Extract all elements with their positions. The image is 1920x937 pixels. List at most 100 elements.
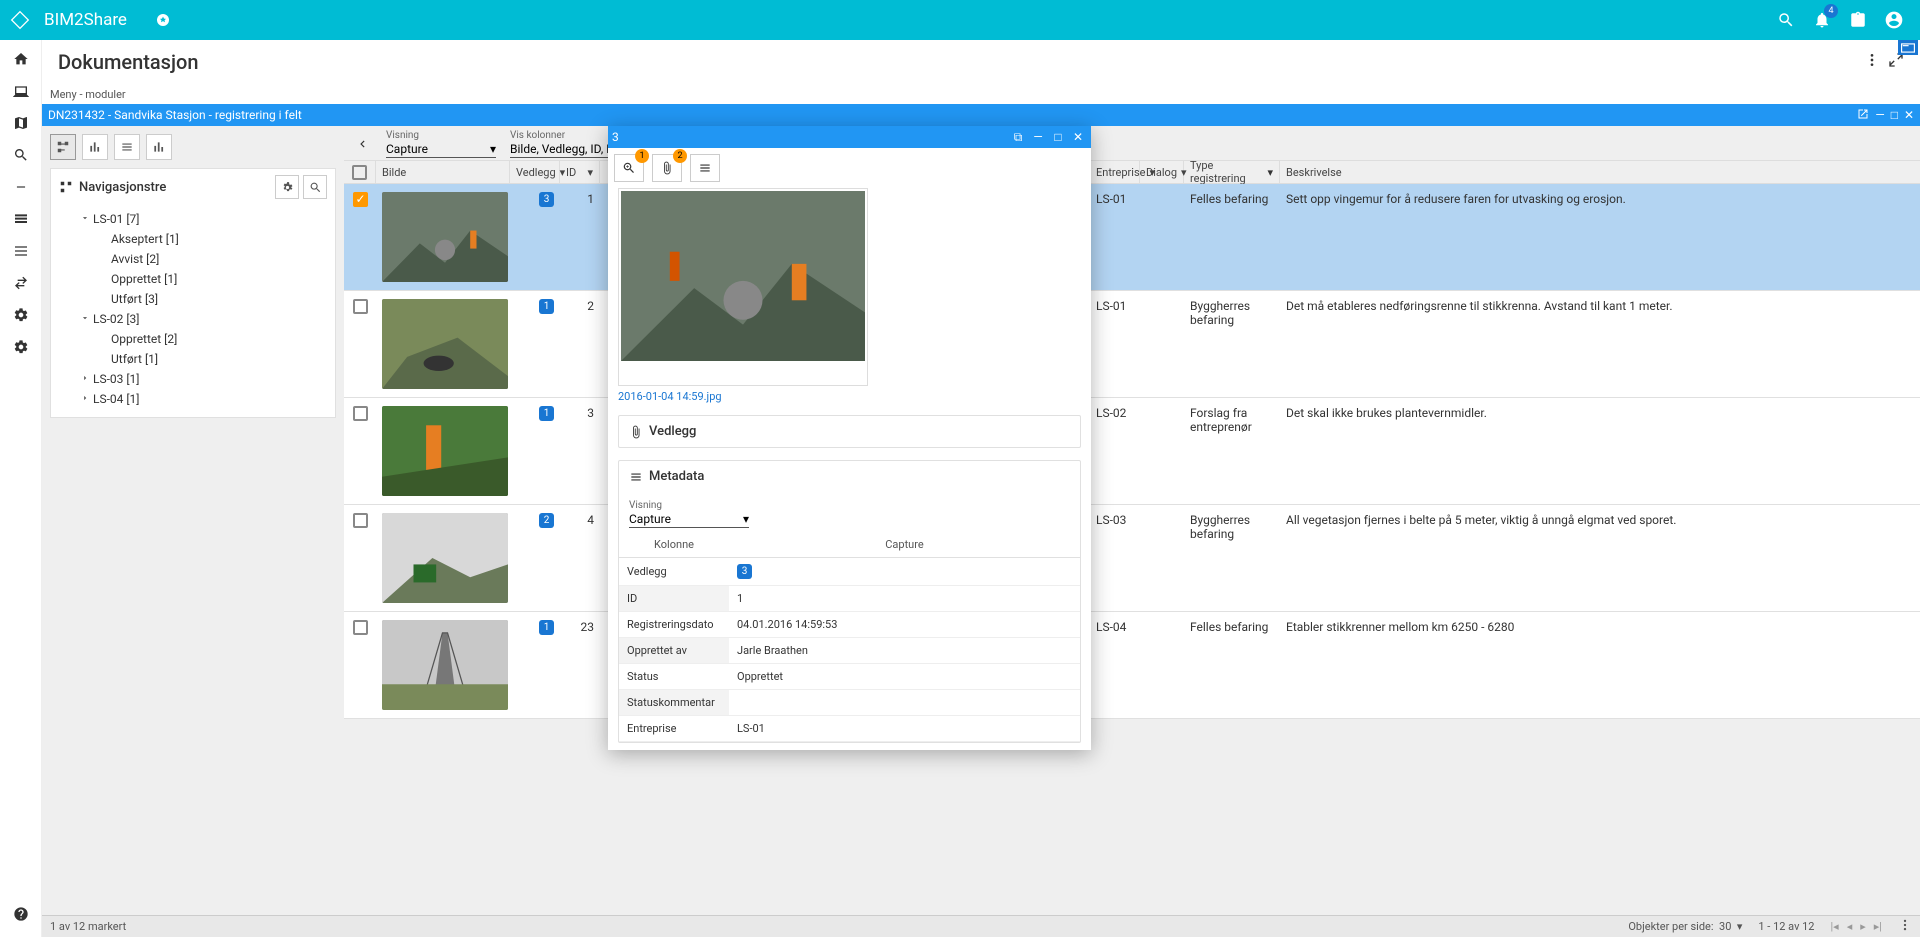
tree-node[interactable]: Opprettet [2] (55, 329, 331, 349)
tree-node[interactable]: Utført [3] (55, 289, 331, 309)
tree-node[interactable]: Utført [1] (55, 349, 331, 369)
cell-id: 1 (560, 184, 600, 214)
meta-visning-select[interactable]: Capture▾ (629, 511, 749, 528)
menu-modules[interactable]: Meny - moduler (42, 84, 1920, 104)
nav-home-icon[interactable] (0, 44, 42, 74)
dlg-minimize-icon[interactable]: — (1029, 130, 1047, 145)
dlg-attach-button[interactable]: 2 (652, 154, 682, 182)
thumbnail[interactable] (382, 620, 508, 710)
dlg-close-icon[interactable]: ✕ (1069, 130, 1087, 145)
back-icon[interactable] (352, 137, 372, 151)
search-icon[interactable] (1768, 2, 1804, 38)
notifications-icon[interactable]: 4 (1804, 2, 1840, 38)
cell-desc: Det skal ikke brukes plantevernmidler. (1280, 398, 1920, 428)
cell-id: 4 (560, 505, 600, 535)
table-row[interactable]: 31LS-01Felles befaringSett opp vingemur … (344, 184, 1920, 291)
dlg-list-button[interactable] (690, 154, 720, 182)
thumbnail[interactable] (382, 192, 508, 282)
tree-node[interactable]: Avvist [2] (55, 249, 331, 269)
view-bars-icon[interactable] (82, 134, 108, 160)
page-prev-icon[interactable]: ◂ (1847, 920, 1853, 933)
brand-name: BIM2Share (44, 10, 127, 30)
footer-more-icon[interactable] (1898, 918, 1912, 935)
main: Dokumentasjon Meny - moduler DN231432 - … (42, 40, 1920, 937)
row-checkbox[interactable] (353, 192, 368, 207)
page-last-icon[interactable]: ▸| (1874, 920, 1882, 933)
page-next-icon[interactable]: ▸ (1860, 920, 1866, 933)
dlg-maximize-icon[interactable]: □ (1049, 130, 1067, 145)
topbar: BIM2Share 4 (0, 0, 1920, 40)
thumbnail[interactable] (382, 406, 508, 496)
clipboard-icon[interactable] (1840, 2, 1876, 38)
row-checkbox[interactable] (353, 620, 368, 635)
dlg-zoom-button[interactable]: 1 (614, 154, 644, 182)
nav-laptop-icon[interactable] (0, 76, 42, 106)
row-checkbox[interactable] (353, 299, 368, 314)
page-first-icon[interactable]: |◂ (1831, 920, 1839, 933)
account-icon[interactable] (1876, 2, 1912, 38)
row-checkbox[interactable] (353, 513, 368, 528)
meta-key: Opprettet av (619, 638, 729, 664)
dlg-popout-icon[interactable]: ⧉ (1009, 130, 1027, 145)
nav-minus-icon[interactable] (0, 172, 42, 202)
grid-panel: Visning Capture▾ Vis kolonner Bilde, Ved… (344, 126, 1920, 915)
meta-key: Registreringsdato (619, 612, 729, 638)
collapse-icon[interactable] (1888, 52, 1904, 72)
thumbnail[interactable] (382, 513, 508, 603)
table-row[interactable]: 24LS-03Byggherres befaringAll vegetasjon… (344, 505, 1920, 612)
tree-search-icon[interactable] (303, 175, 327, 199)
tree-settings-icon[interactable] (275, 175, 299, 199)
tree-node[interactable]: LS-04 [1] (55, 389, 331, 409)
nav-doc-icon[interactable] (0, 204, 42, 234)
tree-node[interactable]: LS-01 [7] (55, 209, 331, 229)
cell-entreprise: LS-02 (1090, 398, 1140, 428)
perpage-select[interactable]: 30 ▾ (1719, 920, 1742, 933)
view-tree-icon[interactable] (50, 134, 76, 160)
cell-dialog (1140, 505, 1184, 521)
thumbnail[interactable] (382, 299, 508, 389)
cell-desc: Det må etableres nedføringsrenne til sti… (1280, 291, 1920, 321)
table-row[interactable]: 13LS-02Forslag fra entreprenørDet skal i… (344, 398, 1920, 505)
dialog-title: 3 (612, 130, 619, 144)
tree-node[interactable]: LS-02 [3] (55, 309, 331, 329)
proj-close-icon[interactable]: ✕ (1904, 108, 1914, 123)
cell-desc: Sett opp vingemur for å redusere faren f… (1280, 184, 1920, 214)
nav-help-icon[interactable] (0, 899, 42, 929)
col-dialog[interactable]: Dialog▾ (1140, 161, 1184, 183)
tree-node[interactable]: Opprettet [1] (55, 269, 331, 289)
proj-popout-icon[interactable] (1857, 108, 1869, 123)
tree-node[interactable]: Akseptert [1] (55, 229, 331, 249)
page-title: Dokumentasjon (58, 50, 198, 74)
metadata-table: KolonneCapture Vedlegg3ID1Registreringsd… (619, 532, 1080, 742)
col-beskrivelse[interactable]: Beskrivelse (1280, 161, 1920, 183)
col-bilde[interactable]: Bilde (376, 161, 510, 183)
nav-list-icon[interactable] (0, 236, 42, 266)
col-type[interactable]: Type registrering▾ (1184, 161, 1280, 183)
favorite-icon[interactable] (145, 2, 181, 38)
dialog-image[interactable] (618, 188, 868, 386)
more-icon[interactable] (1864, 52, 1880, 72)
row-checkbox[interactable] (353, 406, 368, 421)
meta-value: 04.01.2016 14:59:53 (729, 612, 1080, 638)
col-checkall[interactable] (344, 161, 376, 183)
panel-indicator-icon[interactable] (1898, 40, 1918, 55)
proj-maximize-icon[interactable]: □ (1891, 108, 1898, 123)
image-filename[interactable]: 2016-01-04 14:59.jpg (618, 390, 1081, 403)
col-entreprise[interactable]: Entreprise▾ (1090, 161, 1140, 183)
proj-minimize-icon[interactable]: — (1875, 108, 1884, 123)
nav-sync-icon[interactable] (0, 268, 42, 298)
tree-node[interactable]: LS-03 [1] (55, 369, 331, 389)
table-row[interactable]: 12LS-01Byggherres befaringDet må etabler… (344, 291, 1920, 398)
view-stats-icon[interactable] (146, 134, 172, 160)
nav-search-icon[interactable] (0, 140, 42, 170)
view-list-icon[interactable] (114, 134, 140, 160)
visning-select[interactable]: Capture▾ (386, 141, 496, 158)
nav-settings-icon[interactable] (0, 300, 42, 330)
nav-settings2-icon[interactable] (0, 332, 42, 362)
tree: LS-01 [7]Akseptert [1]Avvist [2]Opprette… (51, 205, 335, 417)
left-nav (0, 40, 42, 937)
col-vedlegg[interactable]: Vedlegg▾ (510, 161, 560, 183)
nav-map-icon[interactable] (0, 108, 42, 138)
table-row[interactable]: 123LS-04Felles befaringEtabler stikkrenn… (344, 612, 1920, 719)
col-id[interactable]: ID▾ (560, 161, 600, 183)
